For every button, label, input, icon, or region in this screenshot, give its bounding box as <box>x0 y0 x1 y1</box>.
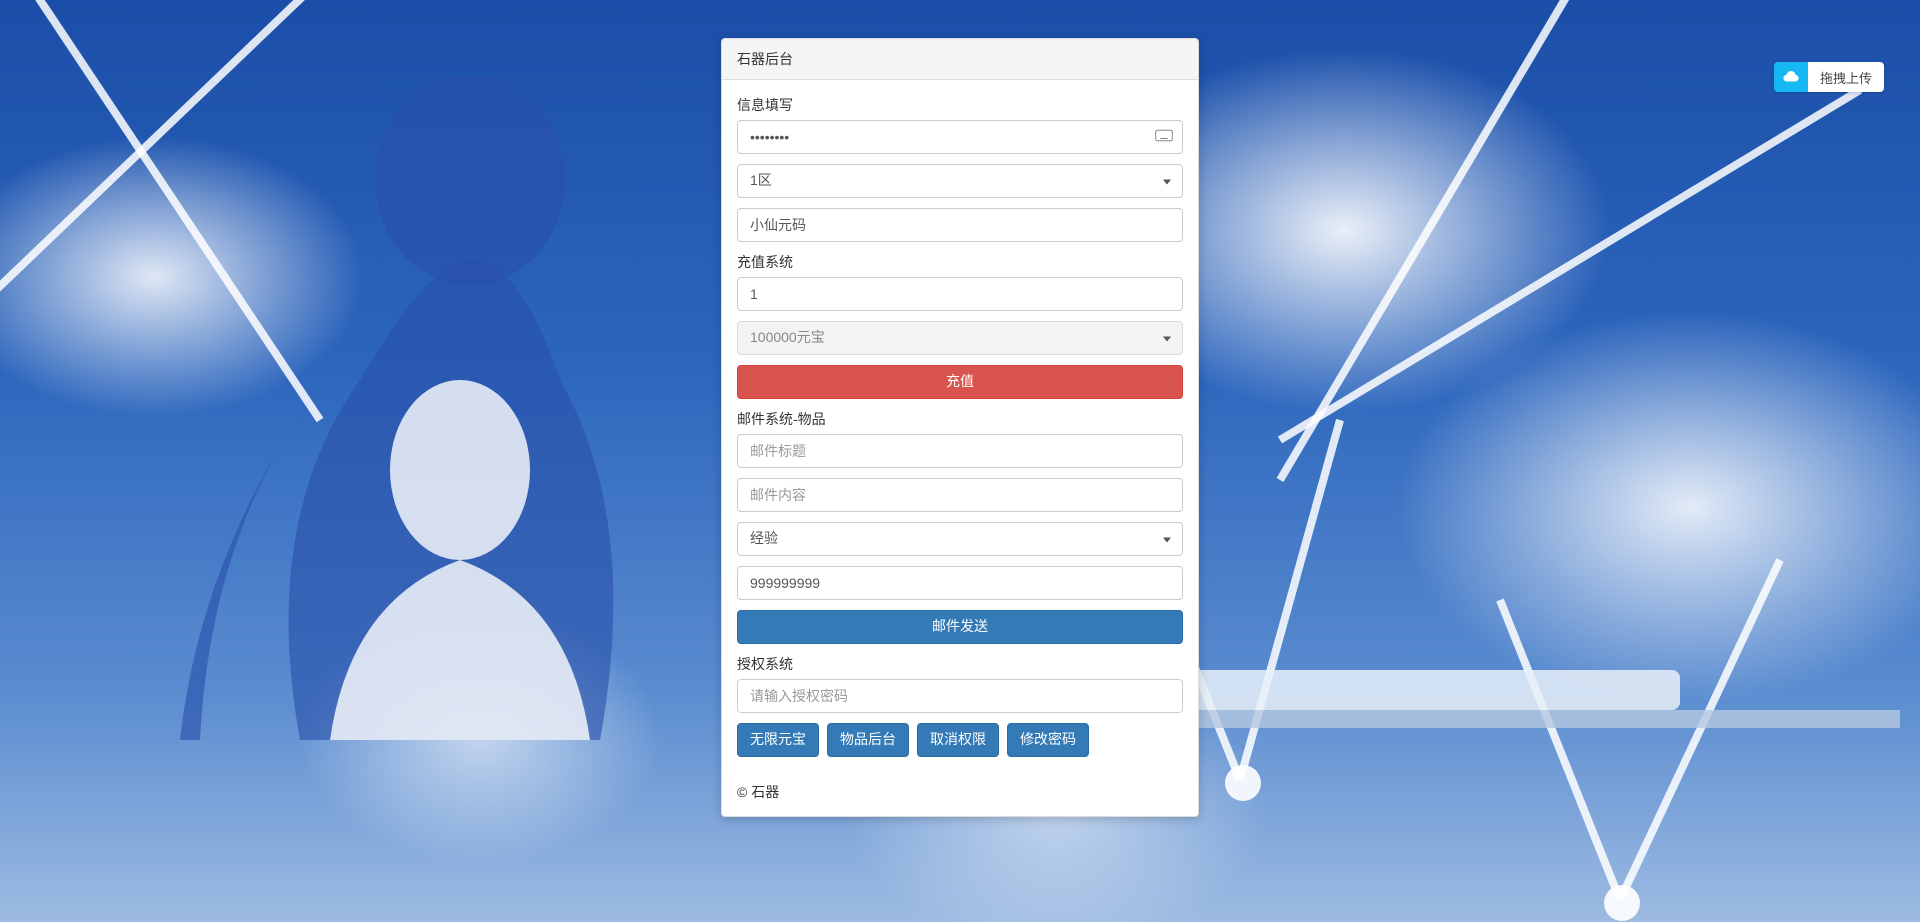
info-section-label: 信息填写 <box>737 95 1183 115</box>
recharge-option-select[interactable]: 100000元宝 <box>737 321 1183 355</box>
panel-footer: © 石器 <box>722 772 1198 816</box>
region-select[interactable]: 1区 <box>737 164 1183 198</box>
mail-content-input[interactable] <box>737 478 1183 512</box>
code-input[interactable] <box>737 208 1183 242</box>
cloud-upload-icon <box>1774 62 1808 92</box>
revoke-permission-button[interactable]: 取消权限 <box>917 723 999 757</box>
change-password-button[interactable]: 修改密码 <box>1007 723 1089 757</box>
mail-quantity-input[interactable] <box>737 566 1183 600</box>
mail-section-label: 邮件系统-物品 <box>737 409 1183 429</box>
panel-title: 石器后台 <box>722 39 1198 80</box>
mail-type-select[interactable]: 经验 <box>737 522 1183 556</box>
recharge-button[interactable]: 充值 <box>737 365 1183 399</box>
mail-title-input[interactable] <box>737 434 1183 468</box>
drag-upload-widget[interactable]: 拖拽上传 <box>1774 62 1884 92</box>
recharge-section-label: 充值系统 <box>737 252 1183 272</box>
auth-section-label: 授权系统 <box>737 654 1183 674</box>
unlimited-gold-button[interactable]: 无限元宝 <box>737 723 819 757</box>
keyboard-icon <box>1155 129 1173 146</box>
password-input[interactable] <box>737 120 1183 154</box>
item-admin-button[interactable]: 物品后台 <box>827 723 909 757</box>
mail-send-button[interactable]: 邮件发送 <box>737 610 1183 644</box>
admin-panel: 石器后台 信息填写 1区 充值系统 100000元宝 充值 邮件系统-物品 <box>721 38 1199 817</box>
auth-password-input[interactable] <box>737 679 1183 713</box>
recharge-amount-input[interactable] <box>737 277 1183 311</box>
drag-upload-label: 拖拽上传 <box>1808 62 1884 92</box>
